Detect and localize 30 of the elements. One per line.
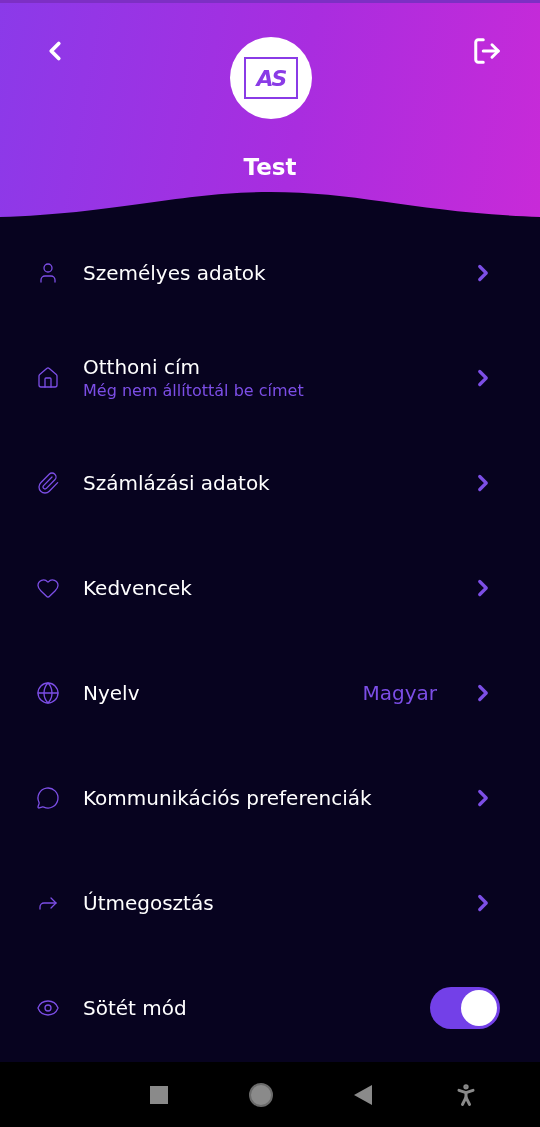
home-circle-icon[interactable] [248, 1081, 274, 1108]
paperclip-icon [36, 470, 60, 495]
item-label: Számlázási adatok [83, 470, 271, 495]
item-subtitle: Még nem állítottál be címet [83, 381, 305, 400]
menu-item[interactable]: Számlázási adatok [0, 430, 540, 535]
menu-item[interactable]: Kedvencek [0, 535, 540, 640]
toggle-row[interactable]: Sötét mód [0, 955, 540, 1060]
menu-item[interactable]: Otthoni cím Még nem állítottál be címet [0, 325, 540, 430]
menu-item[interactable]: Nyelv Magyar [0, 640, 540, 745]
item-label: Kommunikációs preferenciák [83, 785, 373, 810]
menu-item[interactable]: Útmegosztás [0, 850, 540, 955]
profile-name: Test [243, 154, 297, 180]
square-icon[interactable] [150, 1085, 168, 1104]
item-label: Sötét mód [83, 995, 188, 1020]
speech-bubble-icon [36, 785, 60, 810]
menu-item[interactable]: Személyes adatok [0, 220, 540, 325]
item-label: Kedvencek [83, 575, 193, 600]
logo-text: AS [256, 65, 286, 91]
globe-icon [36, 680, 60, 705]
item-label: Otthoni cím [83, 355, 201, 379]
logout-button[interactable] [472, 36, 502, 66]
item-label: Személyes adatok [83, 260, 267, 285]
back-triangle-icon[interactable] [354, 1084, 372, 1105]
toggle-switch[interactable] [430, 986, 500, 1029]
menu-item[interactable]: Kommunikációs preferenciák [0, 745, 540, 850]
logout-icon [472, 36, 502, 66]
house-icon [36, 365, 60, 390]
item-label: Útmegosztás [83, 890, 215, 915]
item-value: Magyar [362, 680, 437, 705]
item-label: Nyelv [83, 680, 141, 705]
